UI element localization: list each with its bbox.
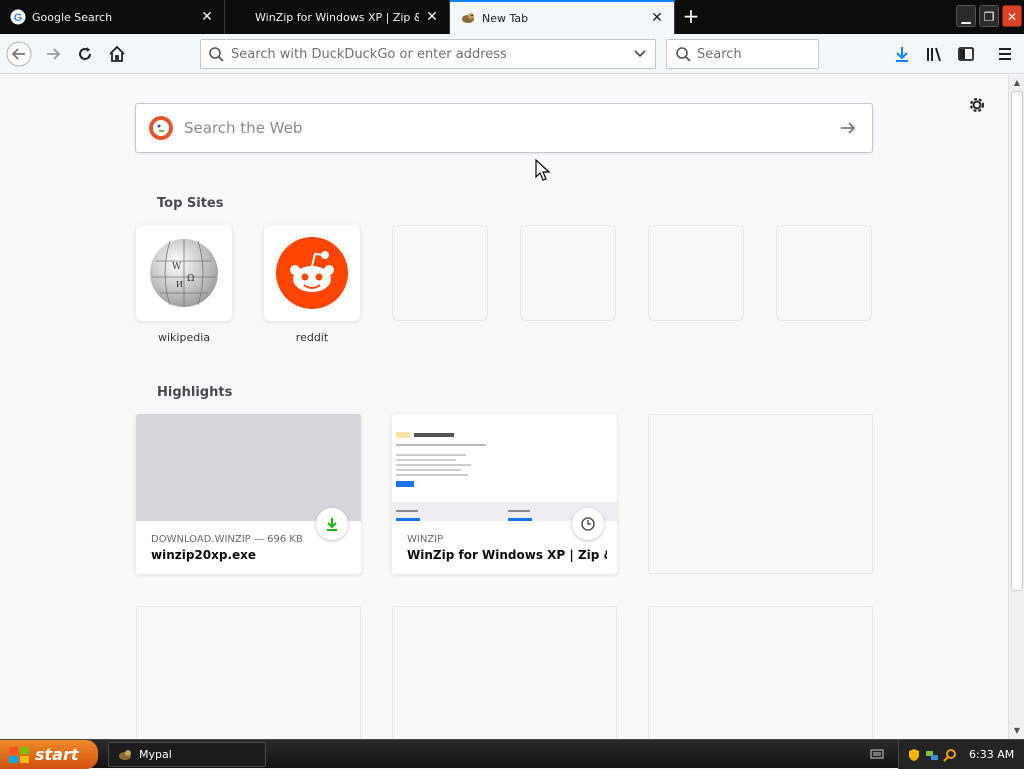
- top-site-wikipedia[interactable]: WΩИ: [136, 225, 232, 321]
- top-site-label: reddit: [295, 331, 329, 344]
- system-clock: 6:33 AM: [969, 748, 1015, 761]
- top-site-empty: [392, 225, 488, 321]
- scroll-up-icon[interactable]: ▲: [1009, 75, 1024, 91]
- tab-title: Google Search: [32, 10, 113, 24]
- duckduckgo-icon: [149, 116, 173, 140]
- top-site-label: wikipedia: [157, 331, 210, 344]
- start-button[interactable]: start: [0, 740, 98, 769]
- library-button[interactable]: [921, 41, 947, 67]
- search-icon: [676, 47, 691, 62]
- reload-button[interactable]: [72, 41, 98, 67]
- card-meta: WINZIP: [407, 534, 444, 545]
- highlight-card[interactable]: DOWNLOAD.WINZIP — 696 KB winzip20xp.exe: [136, 414, 361, 574]
- download-icon: [896, 47, 908, 62]
- top-site-empty: [520, 225, 616, 321]
- new-tab-icon[interactable]: +: [680, 5, 702, 27]
- arrow-right-icon[interactable]: [838, 118, 858, 138]
- wikipedia-icon: WΩИ: [150, 239, 218, 307]
- top-site-empty: [776, 225, 872, 321]
- tab-new-tab[interactable]: New Tab ✕: [450, 0, 675, 34]
- home-button[interactable]: [104, 41, 130, 67]
- vertical-scrollbar[interactable]: ▲ ▼: [1008, 75, 1024, 739]
- card-preview-screenshot: [392, 414, 617, 521]
- gear-icon[interactable]: [967, 95, 987, 115]
- new-tab-page: Top Sites WΩИ wikipedia reddit Highlight…: [0, 75, 1008, 739]
- back-arrow-icon: [6, 41, 32, 67]
- highlights-heading: Highlights: [157, 385, 233, 400]
- keyboard-icon[interactable]: [870, 748, 884, 760]
- forward-arrow-icon: [47, 48, 61, 60]
- top-sites-heading: Top Sites: [157, 196, 224, 211]
- home-icon: [109, 45, 125, 62]
- history-badge: [572, 508, 604, 540]
- tab-winzip[interactable]: WinZip for Windows XP | Zip & Unzip ✕: [225, 0, 450, 34]
- tab-strip: G Google Search ✕ WinZip for Windows XP …: [0, 0, 1024, 34]
- chevron-down-icon[interactable]: [625, 46, 655, 62]
- back-button[interactable]: [6, 41, 32, 67]
- forward-button[interactable]: [40, 41, 66, 67]
- svg-text:И: И: [176, 280, 183, 289]
- hamburger-menu-icon: [999, 48, 1011, 60]
- url-bar[interactable]: [200, 39, 656, 69]
- start-label: start: [35, 745, 79, 764]
- svg-text:W: W: [172, 262, 182, 272]
- card-meta: DOWNLOAD.WINZIP — 696 KB: [151, 534, 303, 545]
- card-title: winzip20xp.exe: [151, 548, 257, 562]
- taskbar: start Mypal 6:33 AM: [0, 739, 1024, 769]
- card-title: WinZip for Windows XP | Zip & ...: [407, 548, 607, 562]
- url-input[interactable]: [231, 46, 625, 62]
- clock-icon: [581, 517, 595, 531]
- tab-title: WinZip for Windows XP | Zip & Unzip: [255, 10, 419, 24]
- svg-text:Ω: Ω: [187, 274, 194, 284]
- google-icon: G: [10, 9, 26, 25]
- close-tab-icon[interactable]: ✕: [200, 9, 214, 25]
- highlight-card-empty: [136, 606, 361, 739]
- web-search-box[interactable]: [135, 103, 873, 153]
- scroll-down-icon[interactable]: ▼: [1009, 723, 1024, 739]
- sidebar-button[interactable]: [953, 41, 979, 67]
- close-tab-icon[interactable]: ✕: [650, 10, 664, 26]
- reddit-icon: [276, 237, 348, 309]
- mouse-cursor-icon: [535, 159, 551, 181]
- top-site-empty: [648, 225, 744, 321]
- highlight-card-empty: [648, 414, 873, 574]
- nav-toolbar: [0, 34, 1024, 74]
- tab-title: New Tab: [482, 11, 529, 25]
- network-icon[interactable]: [925, 748, 939, 762]
- card-preview: [136, 414, 361, 521]
- search-input[interactable]: [697, 46, 812, 62]
- system-tray: 6:33 AM: [898, 740, 1024, 769]
- minimize-window-icon[interactable]: ▁: [956, 5, 976, 27]
- highlight-card[interactable]: WINZIP WinZip for Windows XP | Zip & ...: [392, 414, 617, 574]
- top-site-reddit[interactable]: [264, 225, 360, 321]
- security-shield-icon[interactable]: [907, 748, 921, 762]
- tab-google-search[interactable]: G Google Search ✕: [0, 0, 225, 34]
- close-tab-icon[interactable]: ✕: [425, 9, 439, 25]
- download-badge: [316, 508, 348, 540]
- web-search-input[interactable]: [184, 119, 838, 137]
- svg-text:G: G: [14, 12, 23, 24]
- taskbar-item-mypal[interactable]: Mypal: [108, 742, 266, 767]
- highlight-card-empty: [392, 606, 617, 739]
- download-icon: [327, 518, 337, 531]
- search-icon[interactable]: [943, 748, 957, 762]
- menu-button[interactable]: [992, 41, 1018, 67]
- scrollbar-thumb[interactable]: [1011, 91, 1023, 591]
- windows-logo-icon: [9, 746, 29, 763]
- restore-window-icon[interactable]: ❐: [979, 5, 999, 27]
- library-icon: [927, 47, 941, 62]
- search-bar[interactable]: [666, 39, 819, 69]
- task-label: Mypal: [139, 748, 172, 761]
- mypal-icon: [462, 13, 474, 23]
- reload-icon: [79, 47, 91, 60]
- close-window-icon[interactable]: ✕: [1002, 5, 1022, 27]
- mypal-icon: [119, 749, 131, 760]
- highlight-card-empty: [648, 606, 873, 739]
- search-icon: [209, 47, 224, 62]
- sidebar-icon: [958, 47, 974, 61]
- downloads-button[interactable]: [889, 41, 915, 67]
